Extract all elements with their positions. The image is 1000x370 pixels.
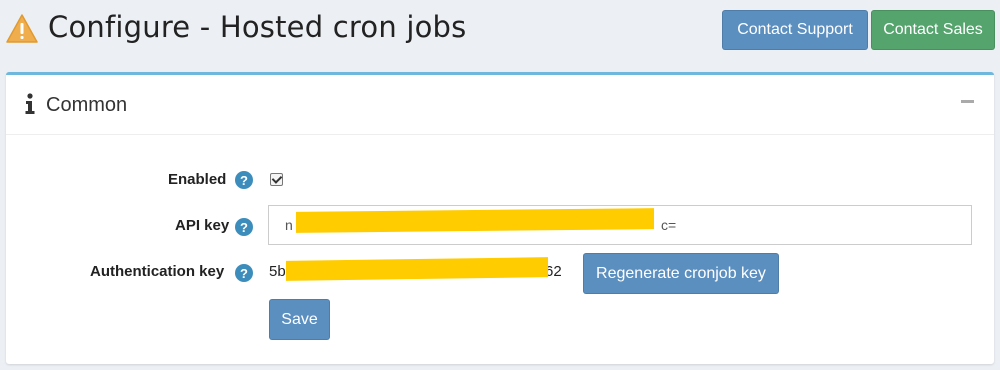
panel-heading: Common bbox=[6, 75, 994, 135]
enabled-label: Enabled bbox=[168, 171, 227, 188]
auth-key-redaction bbox=[286, 257, 548, 281]
common-panel: Common Enabled ? API key ? n c= Authenti… bbox=[6, 72, 994, 364]
regenerate-cronjob-key-button[interactable]: Regenerate cronjob key bbox=[583, 253, 779, 294]
auth-key-value: 5b 62 bbox=[269, 263, 562, 280]
api-key-label: API key bbox=[175, 217, 230, 234]
info-icon bbox=[25, 93, 35, 114]
contact-support-button[interactable]: Contact Support bbox=[722, 10, 868, 50]
auth-key-help-icon[interactable]: ? bbox=[235, 264, 253, 282]
api-key-value-start: n bbox=[285, 217, 293, 233]
save-button[interactable]: Save bbox=[269, 299, 330, 340]
page-title: Configure - Hosted cron jobs bbox=[48, 10, 467, 44]
api-key-help-icon[interactable]: ? bbox=[235, 218, 253, 236]
api-key-redaction bbox=[296, 208, 654, 233]
page-header: Configure - Hosted cron jobs Contact Sup… bbox=[0, 0, 1000, 62]
panel-title: Common bbox=[46, 94, 128, 116]
auth-key-label: Authentication key bbox=[90, 263, 225, 280]
warning-icon bbox=[6, 14, 38, 43]
auth-key-value-start: 5b bbox=[269, 263, 286, 280]
minus-icon[interactable] bbox=[961, 100, 974, 103]
enabled-help-icon[interactable]: ? bbox=[235, 171, 253, 189]
api-key-value-end: c= bbox=[661, 217, 677, 233]
enabled-checkbox[interactable] bbox=[270, 173, 283, 186]
contact-sales-button[interactable]: Contact Sales bbox=[871, 10, 995, 50]
